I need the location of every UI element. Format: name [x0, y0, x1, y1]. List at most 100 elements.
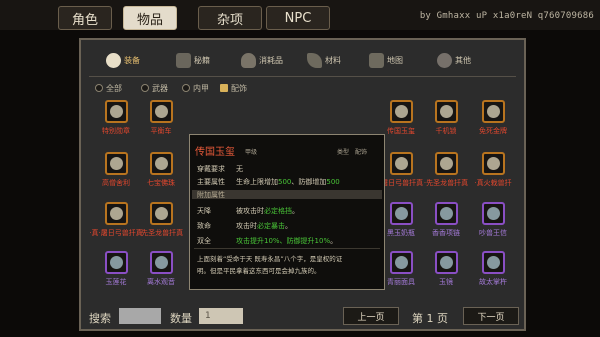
- cat-maps[interactable]: 地图: [369, 47, 403, 73]
- cat-materials[interactable]: 材料: [307, 47, 341, 73]
- item-icon: [110, 256, 123, 269]
- radio-icon: [182, 84, 190, 92]
- item-icon: [487, 157, 500, 170]
- map-icon: [369, 52, 384, 68]
- item-slot[interactable]: [150, 100, 173, 123]
- item-icon: [110, 157, 123, 170]
- effect-key: 双全: [197, 237, 211, 245]
- effect-key: 天降: [197, 207, 211, 215]
- top-bar: 角色 物品 杂项 NPC by Gmhaxx uP x1a0reN q76070…: [0, 0, 600, 30]
- tab-character[interactable]: 角色: [58, 6, 112, 30]
- effect-desc: 被攻击时必定格挡。: [236, 207, 299, 215]
- effect-desc: 攻击时必定暴击。: [236, 222, 292, 230]
- item-slot[interactable]: [105, 251, 128, 274]
- item-slot[interactable]: [482, 202, 505, 225]
- radio-icon: [141, 84, 149, 92]
- book-icon: [176, 52, 191, 68]
- item-label: 平衡车: [150, 127, 172, 135]
- cat-manuals[interactable]: 秘籍: [176, 47, 210, 73]
- filter-armor[interactable]: 内甲: [182, 82, 209, 94]
- item-icon: [395, 105, 408, 118]
- prev-page-button[interactable]: 上一页: [343, 307, 399, 325]
- item-tooltip: 传国玉玺 甲级 类型 配饰 穿戴要求 无 主要属性 生命上限增加500、防御增加…: [189, 134, 385, 290]
- radio-icon: [220, 84, 228, 92]
- type-label: 类型: [337, 149, 350, 156]
- req-value: 无: [236, 165, 243, 173]
- item-label: ·先圣龙兽扦真: [138, 229, 184, 237]
- radio-icon: [95, 84, 103, 92]
- filter-accessory[interactable]: 配饰: [220, 82, 247, 94]
- req-label: 穿戴要求: [197, 165, 225, 173]
- item-slot[interactable]: [390, 100, 413, 123]
- qty-input[interactable]: 1: [199, 308, 243, 324]
- effect-desc: 攻击提升10%、防御提升10%。: [236, 237, 338, 245]
- item-slot[interactable]: [390, 152, 413, 175]
- cat-equipment[interactable]: 装备: [106, 47, 140, 73]
- item-icon: [440, 207, 453, 220]
- filter-all[interactable]: 全部: [95, 82, 122, 94]
- item-icon: [155, 105, 168, 118]
- item-icon: [155, 256, 168, 269]
- tab-items[interactable]: 物品: [123, 6, 177, 30]
- item-name: 传国玉玺: [195, 147, 235, 158]
- item-slot[interactable]: [482, 152, 505, 175]
- main-label: 主要属性: [197, 178, 225, 186]
- item-icon: [155, 157, 168, 170]
- item-slot[interactable]: [390, 251, 413, 274]
- item-slot[interactable]: [435, 152, 458, 175]
- qty-label: 数量: [170, 312, 192, 325]
- search-input[interactable]: [119, 308, 161, 324]
- item-slot[interactable]: [482, 100, 505, 123]
- item-label: ·真火栽兽扦: [474, 179, 512, 187]
- item-grade: 甲级: [245, 149, 258, 156]
- item-slot[interactable]: [482, 251, 505, 274]
- item-icon: [110, 105, 123, 118]
- item-slot[interactable]: [150, 202, 173, 225]
- category-tabs: 装备 秘籍 消耗品 材料 地图 其他: [81, 43, 524, 75]
- main-attr: 生命上限增加500、防御增加500: [236, 178, 340, 186]
- item-slot[interactable]: [105, 152, 128, 175]
- item-label: 故太掌杵: [479, 278, 507, 286]
- item-slot[interactable]: [150, 251, 173, 274]
- item-slot[interactable]: [435, 251, 458, 274]
- divider: [89, 76, 516, 77]
- item-icon: [440, 157, 453, 170]
- item-icon: [395, 157, 408, 170]
- item-icon: [395, 207, 408, 220]
- filter-weapon[interactable]: 武器: [141, 82, 168, 94]
- item-label: 七宝佛珠: [147, 179, 175, 187]
- potion-icon: [241, 52, 256, 68]
- next-page-button[interactable]: 下一页: [463, 307, 519, 325]
- item-label: 吵兽王信: [479, 229, 507, 237]
- item-icon: [110, 207, 123, 220]
- item-slot[interactable]: [435, 202, 458, 225]
- tab-misc[interactable]: 杂项: [198, 6, 262, 30]
- item-icon: [487, 105, 500, 118]
- tab-npc[interactable]: NPC: [266, 6, 330, 30]
- search-label: 搜索: [89, 312, 111, 325]
- item-label: 免死金牌: [479, 127, 507, 135]
- item-icon: [440, 105, 453, 118]
- item-slot[interactable]: [105, 100, 128, 123]
- item-icon: [440, 256, 453, 269]
- mod-credit: by Gmhaxx uP x1a0reN q760709686: [419, 11, 594, 21]
- effect-key: 致命: [197, 222, 211, 230]
- item-slot[interactable]: [105, 202, 128, 225]
- herb-icon: [307, 52, 322, 68]
- lore-line-1: 上面刻着“受命于天 既寿永昌”八个字，是皇权的证: [197, 255, 343, 263]
- helmet-icon: [106, 52, 121, 68]
- lore-line-2: 明。但是平民拿着这东西可是会掉九族的。: [197, 267, 321, 275]
- item-slot[interactable]: [390, 202, 413, 225]
- misc-icon: [437, 52, 452, 68]
- item-icon: [487, 256, 500, 269]
- item-slot[interactable]: [150, 152, 173, 175]
- item-slot[interactable]: [435, 100, 458, 123]
- item-icon: [155, 207, 168, 220]
- cat-others[interactable]: 其他: [437, 47, 471, 73]
- type-value: 配饰: [355, 149, 368, 156]
- item-icon: [487, 207, 500, 220]
- cat-consumables[interactable]: 消耗品: [241, 47, 283, 73]
- item-icon: [395, 256, 408, 269]
- page-indicator: 第 1 页: [412, 312, 448, 325]
- extra-header: 附加属性: [197, 191, 225, 199]
